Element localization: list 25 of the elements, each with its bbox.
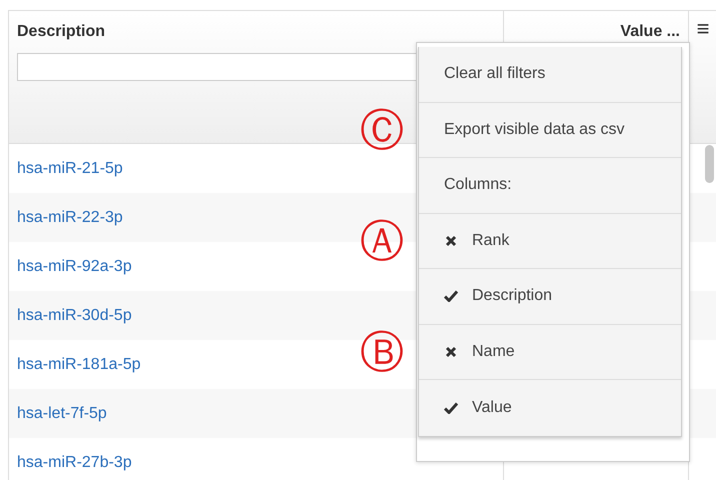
- column-toggle[interactable]: Rank: [419, 214, 681, 269]
- menu-heading: Columns:: [419, 158, 681, 214]
- column-header[interactable]: Value ...: [620, 23, 680, 41]
- description-link[interactable]: hsa-miR-22-3p: [17, 208, 123, 226]
- column-toggle[interactable]: Name: [419, 324, 681, 380]
- column-header[interactable]: Description: [17, 23, 495, 41]
- column-name: Rank: [472, 232, 510, 250]
- description-link[interactable]: hsa-miR-92a-3p: [17, 258, 132, 276]
- column-name: Name: [472, 342, 515, 361]
- column-name: Description: [472, 287, 552, 306]
- description-link[interactable]: hsa-miR-27b-3p: [17, 454, 132, 472]
- menu-item[interactable]: Export visible data as csv: [419, 102, 681, 158]
- column-toggle[interactable]: Description: [419, 269, 681, 324]
- annotation-marker: Ⓑ: [360, 330, 404, 374]
- description-link[interactable]: hsa-miR-181a-5p: [17, 356, 141, 374]
- scrollbar-thumb[interactable]: [705, 145, 714, 183]
- description-link[interactable]: hsa-miR-30d-5p: [17, 306, 132, 324]
- description-link[interactable]: hsa-miR-21-5p: [17, 160, 123, 178]
- column-name: Value: [472, 398, 512, 417]
- description-link[interactable]: hsa-let-7f-5p: [17, 404, 107, 422]
- column-toggle[interactable]: Value: [419, 380, 681, 436]
- annotation-marker: Ⓐ: [360, 220, 404, 264]
- menu-item[interactable]: Clear all filters: [419, 47, 681, 102]
- annotation-marker: Ⓒ: [360, 108, 404, 152]
- menu-button[interactable]: ≡: [689, 11, 716, 47]
